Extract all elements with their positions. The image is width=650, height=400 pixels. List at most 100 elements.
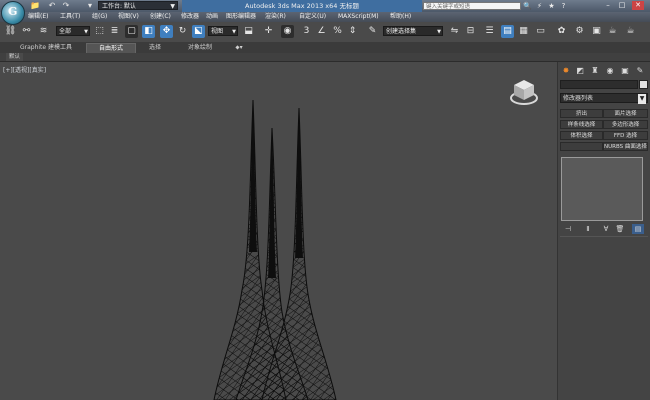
tab-object-paint[interactable]: 对象绘制 (178, 43, 222, 52)
menu-animation[interactable]: 动画 (206, 12, 218, 22)
menu-rendering[interactable]: 渲染(R) (265, 12, 286, 22)
edit-named-selection-icon[interactable]: ✎ (366, 25, 379, 38)
menu-modifiers[interactable]: 修改器 (181, 12, 199, 22)
window-title: Autodesk 3ds Max 2013 x64 无标题 (182, 0, 422, 12)
modifier-list-dropdown[interactable]: 修改器列表 ▼ (560, 93, 648, 104)
percent-snap-icon[interactable]: % (331, 25, 344, 38)
menu-help[interactable]: 帮助(H) (390, 12, 411, 22)
title-bar: 📁 ↶ ↷ ▾ 工作台: 默认 ▼ Autodesk 3ds Max 2013 … (0, 0, 650, 12)
chevron-down-icon: ▼ (638, 94, 646, 104)
render-production-icon[interactable]: ☕ (606, 25, 619, 38)
named-selection-set-dropdown[interactable]: 创建选择集 ▼ (383, 26, 443, 36)
align-icon[interactable]: ⊟ (464, 25, 477, 38)
display-tab-icon[interactable]: ▣ (619, 65, 631, 77)
minimize-button[interactable]: – (602, 1, 614, 10)
menu-bar: 编辑(E) 工具(T) 组(G) 视图(V) 创建(C) 修改器 动画 图形编辑… (0, 12, 650, 22)
help-icon[interactable]: ? (559, 2, 568, 10)
render-setup-icon[interactable]: ⚙ (573, 25, 586, 38)
material-editor-icon[interactable]: ✿ (555, 25, 568, 38)
object-name-field[interactable] (560, 80, 638, 89)
utilities-tab-icon[interactable]: ✎ (634, 65, 646, 77)
tab-graphite-modeling[interactable]: Graphite 建模工具 (16, 43, 76, 52)
maximize-button[interactable]: □ (616, 1, 628, 10)
selection-region-icon[interactable]: ▢ (125, 25, 138, 38)
main-toolbar: ⛓ ⚯ ≋ 全部 ▼ ⬚ ≣ ▢ ◧ ✥ ↻ ⬕ 视图 ▼ ⬓ ✛ ◉ 3 ∠ % … (0, 22, 650, 43)
extrude-button[interactable]: 挤出 (560, 109, 603, 118)
chevron-down-icon: ▼ (170, 3, 175, 10)
graphite-toggle-icon[interactable]: ▤ (501, 25, 514, 38)
subscription-icon[interactable]: ⚡ (535, 2, 544, 10)
schematic-view-icon[interactable]: ▭ (534, 25, 547, 38)
menu-edit[interactable]: 编辑(E) (28, 12, 48, 22)
select-scale-icon[interactable]: ⬕ (192, 25, 205, 38)
motion-tab-icon[interactable]: ◉ (604, 65, 616, 77)
mirror-icon[interactable]: ⇋ (448, 25, 461, 38)
command-panel-tabs: ✸ ◩ ♜ ◉ ▣ ✎ (558, 65, 650, 77)
close-button[interactable]: ✕ (632, 1, 644, 10)
render-iterative-icon[interactable]: ☕ (624, 25, 637, 38)
workspace-label: 工作台: 默认 (102, 3, 136, 10)
ribbon-panel-label: 默认 (6, 53, 24, 61)
tab-selection[interactable]: 选择 (140, 43, 170, 52)
show-end-result-icon[interactable]: Ⅱ (582, 224, 594, 234)
chevron-down-icon: ▼ (437, 29, 441, 35)
menu-group[interactable]: 组(G) (92, 12, 107, 22)
redo-icon[interactable]: ↷ (62, 1, 70, 11)
remove-modifier-icon[interactable]: 🗑 (614, 224, 626, 234)
undo-icon[interactable]: ↶ (48, 1, 56, 11)
quick-access-dropdown-icon[interactable]: ▾ (86, 1, 94, 11)
ribbon-options-icon[interactable]: ⬥▾ (232, 43, 246, 52)
workspace-selector[interactable]: 工作台: 默认 ▼ (98, 1, 178, 10)
pivot-center-icon[interactable]: ⬓ (242, 25, 255, 38)
create-tab-icon[interactable]: ✸ (560, 65, 572, 77)
unlink-icon[interactable]: ⚯ (20, 25, 33, 38)
link-icon[interactable]: ⛓ (4, 25, 17, 38)
select-object-icon[interactable]: ⬚ (93, 25, 106, 38)
menu-graph-editors[interactable]: 图形编辑器 (226, 12, 256, 22)
angle-snap-icon[interactable]: ∠ (315, 25, 328, 38)
menu-maxscript[interactable]: MAXScript(M) (338, 12, 379, 22)
menu-create[interactable]: 创建(C) (150, 12, 171, 22)
menu-tools[interactable]: 工具(T) (60, 12, 80, 22)
search-icon[interactable]: 🔍 (523, 2, 532, 10)
window-crossing-icon[interactable]: ◧ (142, 25, 155, 38)
spinner-snap-icon[interactable]: ⇕ (346, 25, 359, 38)
rendered-frame-window-icon[interactable]: ▣ (590, 25, 603, 38)
layer-manager-icon[interactable]: ☰ (483, 25, 496, 38)
modifier-stack-tools: ⊣ Ⅱ ∀ 🗑 ▤ (560, 224, 648, 234)
favorites-icon[interactable]: ★ (547, 2, 556, 10)
snaps-toggle-icon[interactable]: 3 (300, 25, 313, 38)
select-move-icon[interactable]: ✥ (160, 25, 173, 38)
poly-select-button[interactable]: 多边形选择 (603, 120, 648, 129)
ffd-select-button[interactable]: FFD 选择 (603, 131, 648, 140)
bind-space-warp-icon[interactable]: ≋ (37, 25, 50, 38)
menu-customize[interactable]: 自定义(U) (299, 12, 326, 22)
select-by-name-icon[interactable]: ≣ (108, 25, 121, 38)
patch-select-button[interactable]: 面片选择 (603, 109, 648, 118)
hierarchy-tab-icon[interactable]: ♜ (589, 65, 601, 77)
select-manipulate-icon[interactable]: ✛ (262, 25, 275, 38)
select-rotate-icon[interactable]: ↻ (176, 25, 189, 38)
reference-coordinate-dropdown[interactable]: 视图 ▼ (208, 26, 238, 36)
selection-filter-dropdown[interactable]: 全部 ▼ (56, 26, 90, 36)
tower-wireframe-model[interactable] (0, 62, 557, 400)
menu-views[interactable]: 视图(V) (118, 12, 139, 22)
nurbs-surface-select-button[interactable]: NURBS 曲面选择 (603, 142, 648, 151)
chevron-down-icon: ▼ (84, 29, 88, 35)
modify-tab-icon[interactable]: ◩ (574, 65, 586, 77)
search-input[interactable]: 键入关键字或短语 (423, 2, 521, 10)
vol-select-button[interactable]: 体积选择 (560, 131, 603, 140)
perspective-viewport[interactable]: [+][透视][真实] (0, 62, 558, 400)
make-unique-icon[interactable]: ∀ (600, 224, 612, 234)
keyboard-shortcut-override-icon[interactable]: ◉ (281, 25, 294, 38)
selection-filter-value: 全部 (59, 28, 72, 35)
curve-editor-icon[interactable]: ▦ (517, 25, 530, 38)
object-color-swatch[interactable] (639, 80, 648, 89)
modifier-stack[interactable] (561, 157, 643, 221)
empty-modifier-button[interactable] (560, 142, 603, 151)
open-file-icon[interactable]: 📁 (30, 1, 40, 11)
pin-stack-icon[interactable]: ⊣ (562, 224, 574, 234)
configure-modifier-sets-icon[interactable]: ▤ (632, 224, 644, 234)
spline-select-button[interactable]: 样条线选择 (560, 120, 603, 129)
application-logo-icon[interactable]: G (1, 1, 25, 25)
